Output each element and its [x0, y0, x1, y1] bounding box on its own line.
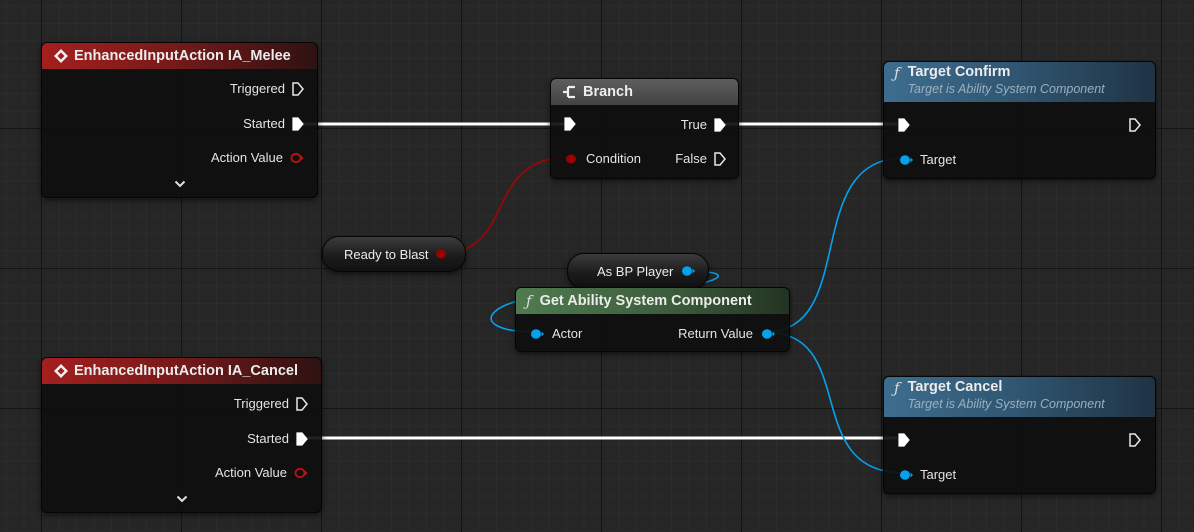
pin-row-exec-out[interactable] — [1129, 118, 1141, 132]
exec-pin-filled-icon[interactable] — [714, 117, 726, 132]
event-node-title: EnhancedInputAction IA_Cancel — [74, 363, 298, 379]
pin-row-return-value[interactable]: Return Value — [678, 326, 776, 341]
bool-pin-filled-icon[interactable] — [564, 153, 580, 165]
variable-label: Ready to Blast — [344, 246, 429, 262]
branch-node[interactable]: Branch True Condition False — [550, 78, 739, 179]
function-node-subtitle: Target is Ability System Component — [907, 397, 1105, 411]
pin-row-started[interactable]: Started — [247, 431, 308, 446]
event-node-title: EnhancedInputAction IA_Melee — [74, 48, 291, 64]
object-pin-filled-icon[interactable] — [680, 265, 696, 277]
function-node-title: Target Cancel — [907, 379, 1003, 395]
pin-label-true: True — [680, 117, 707, 132]
function-node-header[interactable]: ƒ Target Confirm Target is Ability Syste… — [884, 62, 1155, 102]
function-node-title: Get Ability System Component — [539, 293, 752, 309]
pin-row-action-value[interactable]: Action Value — [215, 465, 308, 480]
event-node-ia-melee[interactable]: EnhancedInputAction IA_Melee Triggered S… — [41, 42, 318, 198]
function-icon: ƒ — [526, 292, 532, 310]
bool-pin-filled-icon[interactable] — [434, 248, 450, 260]
function-node-header[interactable]: ƒ Get Ability System Component — [516, 288, 789, 314]
pin-row-triggered[interactable]: Triggered — [234, 396, 308, 411]
exec-pin-filled-icon[interactable] — [292, 116, 304, 131]
variable-node-ready-to-blast[interactable]: Ready to Blast — [322, 236, 466, 272]
event-node-header[interactable]: EnhancedInputAction IA_Melee — [42, 43, 317, 69]
pin-label-condition: Condition — [586, 151, 641, 166]
pin-row-condition[interactable]: Condition — [564, 151, 641, 166]
object-pin-filled-icon[interactable] — [898, 154, 914, 166]
pin-row-false[interactable]: False — [675, 151, 726, 166]
pin-row-target[interactable]: Target — [898, 467, 956, 482]
function-node-target-confirm[interactable]: ƒ Target Confirm Target is Ability Syste… — [883, 61, 1156, 179]
pin-label-triggered: Triggered — [229, 81, 285, 96]
function-node-get-ability-system-component[interactable]: ƒ Get Ability System Component Actor Ret… — [515, 287, 790, 352]
event-diamond-icon — [52, 48, 70, 64]
pin-row-started[interactable]: Started — [243, 116, 304, 131]
bool-pin-outline-icon[interactable] — [294, 467, 308, 479]
pin-label-started: Started — [247, 431, 289, 446]
pin-row-exec-in[interactable] — [564, 117, 576, 131]
pin-label-false: False — [675, 151, 707, 166]
function-icon: ƒ — [894, 64, 900, 82]
pin-row-action-value[interactable]: Action Value — [211, 150, 304, 165]
exec-pin-outline-icon[interactable] — [714, 151, 726, 166]
pin-label-target: Target — [920, 152, 957, 167]
object-pin-filled-icon[interactable] — [760, 328, 776, 340]
exec-pin-outline-icon[interactable] — [296, 396, 308, 411]
variable-label: As BP Player — [597, 263, 674, 279]
event-diamond-icon — [52, 363, 70, 379]
pin-row-exec-out[interactable] — [1129, 433, 1141, 447]
pin-row-exec-in[interactable] — [898, 433, 910, 447]
exec-pin-filled-icon[interactable] — [898, 118, 910, 132]
exec-pin-outline-icon[interactable] — [1129, 433, 1141, 447]
pin-label-actor: Actor — [552, 326, 583, 341]
exec-pin-filled-icon[interactable] — [898, 433, 910, 447]
object-pin-filled-icon[interactable] — [529, 328, 545, 340]
event-node-header[interactable]: EnhancedInputAction IA_Cancel — [42, 358, 321, 384]
pin-label-triggered: Triggered — [233, 396, 289, 411]
pin-label-action-value: Action Value — [210, 150, 283, 165]
pin-label-action-value: Action Value — [214, 465, 287, 480]
event-node-ia-cancel[interactable]: EnhancedInputAction IA_Cancel Triggered … — [41, 357, 322, 513]
pin-row-true[interactable]: True — [681, 117, 726, 132]
object-pin-filled-icon[interactable] — [898, 469, 914, 481]
exec-pin-filled-icon[interactable] — [564, 117, 576, 131]
function-node-subtitle: Target is Ability System Component — [907, 82, 1105, 96]
function-node-title: Target Confirm — [907, 64, 1011, 80]
function-icon: ƒ — [894, 379, 900, 397]
pin-row-target[interactable]: Target — [898, 152, 956, 167]
bool-pin-outline-icon[interactable] — [290, 152, 304, 164]
branch-icon — [561, 84, 579, 100]
exec-pin-filled-icon[interactable] — [296, 431, 308, 446]
pin-label-return-value: Return Value — [678, 326, 753, 341]
pin-label-started: Started — [243, 116, 285, 131]
branch-node-header[interactable]: Branch — [551, 79, 738, 105]
function-node-header[interactable]: ƒ Target Cancel Target is Ability System… — [884, 377, 1155, 417]
function-node-target-cancel[interactable]: ƒ Target Cancel Target is Ability System… — [883, 376, 1156, 494]
pin-row-actor[interactable]: Actor — [529, 326, 582, 341]
pin-row-exec-in[interactable] — [898, 118, 910, 132]
chevron-down-icon[interactable] — [42, 491, 321, 506]
exec-pin-outline-icon[interactable] — [1129, 118, 1141, 132]
branch-node-title: Branch — [583, 84, 633, 100]
pin-row-triggered[interactable]: Triggered — [230, 81, 304, 96]
exec-pin-outline-icon[interactable] — [292, 81, 304, 96]
pin-label-target: Target — [920, 467, 957, 482]
variable-node-as-bp-player[interactable]: As BP Player — [567, 253, 709, 289]
chevron-down-icon[interactable] — [42, 176, 317, 191]
